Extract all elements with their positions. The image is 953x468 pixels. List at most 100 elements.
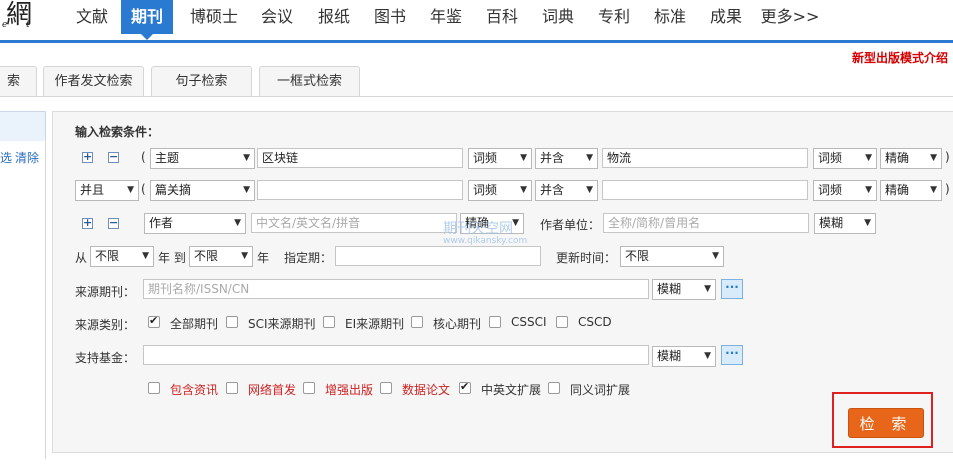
tab-search-partial[interactable]: 索	[0, 66, 37, 97]
source-match-value: 模糊	[657, 282, 682, 296]
checkbox-synonym-expand[interactable]	[548, 382, 560, 394]
chevron-down-icon: ▼	[142, 251, 149, 261]
source-category-label: 来源类别：	[75, 318, 136, 332]
from-label: 从	[75, 251, 88, 265]
match-select-1[interactable]: 精确 ▼	[880, 148, 942, 169]
chevron-down-icon: ▼	[243, 153, 250, 163]
promo-link[interactable]: 新型出版模式介绍	[852, 49, 948, 66]
checkbox-data-paper[interactable]	[380, 382, 392, 394]
nav-item-literature[interactable]: 文献	[68, 0, 116, 34]
label-cn-en-expand: 中英文扩展	[481, 383, 542, 397]
op-select-1-value: 并含	[540, 151, 565, 165]
checkbox-cscd[interactable]	[556, 316, 568, 328]
add-row-icon[interactable]: +	[82, 217, 93, 229]
author-input[interactable]: 中文名/英文名/拼音	[251, 213, 457, 233]
field-select-1[interactable]: 主题 ▼	[150, 148, 255, 169]
update-time-value: 不限	[625, 249, 650, 263]
match-select-2[interactable]: 精确 ▼	[880, 180, 942, 201]
nav-item-books[interactable]: 图书	[368, 0, 412, 34]
fund-match-select[interactable]: 模糊 ▼	[652, 346, 716, 367]
paren-open: (	[141, 150, 146, 164]
nav-item-newspapers[interactable]: 报纸	[312, 0, 356, 34]
fund-more-button[interactable]: ···	[721, 345, 743, 365]
tab-sentence-search[interactable]: 句子检索	[151, 66, 252, 97]
author-unit-input[interactable]: 全称/简称/曾用名	[603, 213, 809, 233]
specified-issue-input[interactable]	[335, 246, 541, 266]
freq-select-1b-value: 词频	[818, 151, 843, 165]
search-button[interactable]: 检 索	[848, 408, 924, 438]
source-journal-input[interactable]: 期刊名称/ISSN/CN	[143, 279, 649, 299]
checkbox-online-first[interactable]	[226, 382, 238, 394]
update-time-select[interactable]: 不限 ▼	[620, 246, 724, 267]
label-data-paper: 数据论文	[402, 383, 451, 397]
nav-item-journals[interactable]: 期刊	[121, 0, 173, 34]
remove-row-icon[interactable]: −	[108, 151, 119, 163]
field-select-1-value: 主题	[155, 151, 180, 165]
checkbox-cn-en-expand[interactable]	[459, 380, 471, 394]
checkbox-sci[interactable]	[226, 316, 238, 328]
tab-author-search[interactable]: 作者发文检索	[43, 66, 144, 97]
unit-match-select[interactable]: 模糊 ▼	[814, 213, 876, 234]
chevron-down-icon: ▼	[520, 153, 527, 163]
chevron-down-icon: ▼	[520, 185, 527, 195]
year-to-label: 年 到	[158, 251, 186, 265]
checkbox-include-news[interactable]	[148, 382, 160, 394]
sidebar-select-link[interactable]: 选	[0, 149, 12, 166]
watermark-url: www.qikansky.com	[443, 236, 528, 246]
chevron-down-icon: ▼	[127, 185, 134, 195]
label-synonym-expand: 同义词扩展	[570, 383, 631, 397]
source-more-button[interactable]: ···	[721, 279, 743, 299]
nav-item-conferences[interactable]: 会议	[255, 0, 299, 34]
field-select-2[interactable]: 篇关摘 ▼	[150, 180, 255, 201]
logic-select-2-value: 并且	[80, 183, 105, 197]
nav-item-more[interactable]: 更多>>	[760, 0, 820, 34]
specified-issue-label: 指定期：	[284, 251, 333, 265]
checkbox-cssci[interactable]	[489, 316, 501, 328]
freq-select-1[interactable]: 词频 ▼	[468, 148, 532, 169]
nav-item-encyclopedia[interactable]: 百科	[480, 0, 524, 34]
fund-input[interactable]	[143, 345, 649, 365]
label-enhanced: 增强出版	[325, 383, 374, 397]
checkbox-core[interactable]	[411, 316, 423, 328]
chevron-down-icon: ▼	[586, 185, 593, 195]
freq-select-2b[interactable]: 词频 ▼	[813, 180, 877, 201]
chevron-down-icon: ▼	[512, 218, 519, 228]
chevron-down-icon: ▼	[241, 251, 248, 261]
source-match-select[interactable]: 模糊 ▼	[652, 279, 716, 300]
fund-label: 支持基金：	[75, 351, 136, 365]
op-select-1[interactable]: 并含 ▼	[535, 148, 598, 169]
label-ei: EI来源期刊	[345, 317, 405, 331]
label-all-journals: 全部期刊	[170, 317, 219, 331]
keyword-input-1b[interactable]: 物流	[602, 148, 808, 168]
keyword-input-1[interactable]: 区块链	[257, 148, 463, 168]
nav-item-patents[interactable]: 专利	[592, 0, 636, 34]
chevron-down-icon: ▼	[243, 185, 250, 195]
chevron-down-icon: ▼	[864, 218, 871, 228]
nav-item-dictionary[interactable]: 词典	[536, 0, 580, 34]
to-year-select[interactable]: 不限 ▼	[189, 246, 253, 267]
tab-single-box-search[interactable]: 一框式检索	[259, 66, 360, 97]
nav-item-theses[interactable]: 博硕士	[184, 0, 244, 34]
sidebar-clear-link[interactable]: 清除	[15, 149, 39, 166]
freq-select-1b[interactable]: 词频 ▼	[813, 148, 877, 169]
from-year-select[interactable]: 不限 ▼	[90, 246, 154, 267]
remove-row-icon[interactable]: −	[108, 217, 119, 229]
keyword-input-2b[interactable]	[602, 180, 808, 200]
freq-select-2[interactable]: 词频 ▼	[468, 180, 532, 201]
nav-item-achievements[interactable]: 成果	[704, 0, 748, 34]
nav-item-yearbooks[interactable]: 年鉴	[424, 0, 468, 34]
checkbox-enhanced[interactable]	[303, 382, 315, 394]
label-cscd: CSCD	[578, 315, 612, 329]
add-row-icon[interactable]: +	[82, 151, 93, 163]
logic-select-2[interactable]: 并且 ▼	[75, 180, 139, 201]
source-journal-label: 来源期刊：	[75, 285, 136, 299]
author-field-select[interactable]: 作者 ▼	[144, 213, 246, 234]
label-include-news: 包含资讯	[170, 383, 219, 397]
checkbox-all-journals[interactable]	[148, 314, 160, 328]
keyword-input-2[interactable]	[257, 180, 463, 200]
op-select-2[interactable]: 并含 ▼	[535, 180, 598, 201]
label-online-first: 网络首发	[248, 383, 297, 397]
chevron-down-icon: ▼	[234, 218, 241, 228]
checkbox-ei[interactable]	[323, 316, 335, 328]
nav-item-standards[interactable]: 标准	[648, 0, 692, 34]
